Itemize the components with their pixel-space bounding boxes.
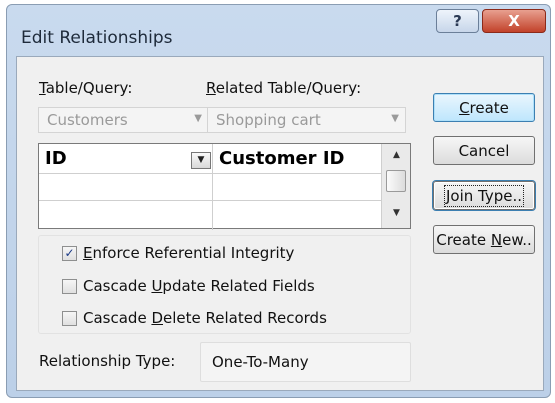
grid-row-divider (39, 173, 381, 174)
cancel-button[interactable]: Cancel (433, 136, 535, 165)
scroll-down-icon[interactable]: ▼ (382, 208, 411, 218)
grid-row-divider (39, 200, 381, 201)
related-table-query-value: Shopping cart (216, 111, 321, 129)
relationship-type-label: Relationship Type: (39, 352, 176, 370)
cascade-update-label[interactable]: Cascade Update Related Fields (83, 277, 315, 295)
create-new-button[interactable]: Create New.. (433, 225, 535, 254)
related-table-query-label: Related Table/Query: (206, 79, 362, 97)
grid-cell-related-field[interactable]: Customer ID (219, 148, 344, 169)
table-query-value: Customers (47, 111, 128, 129)
dialog-title: Edit Relationships (21, 28, 173, 48)
join-type-button[interactable]: Join Type.. (433, 181, 535, 210)
close-icon: X (508, 12, 520, 30)
enforce-integrity-checkbox[interactable]: ✓ (62, 246, 77, 261)
dialog-body: Table/Query: Related Table/Query: Custom… (16, 56, 544, 391)
scroll-thumb[interactable] (386, 170, 406, 192)
create-button[interactable]: Create (433, 93, 535, 122)
grid-cell-field[interactable]: ID (45, 148, 67, 169)
edit-relationships-dialog: Edit Relationships ? X Table/Query: Rela… (6, 4, 551, 398)
help-button[interactable]: ? (436, 9, 479, 33)
cascade-delete-label[interactable]: Cascade Delete Related Records (83, 309, 327, 327)
scroll-up-icon[interactable]: ▲ (382, 150, 411, 160)
cascade-update-checkbox[interactable] (62, 279, 77, 294)
grid-column-divider (212, 144, 213, 230)
chevron-down-icon: ▼ (391, 113, 399, 124)
help-icon: ? (453, 12, 462, 30)
table-query-select[interactable]: Customers ▼ (38, 107, 209, 133)
enforce-integrity-label[interactable]: Enforce Referential Integrity (83, 244, 294, 262)
table-query-label: Table/Query: (39, 79, 133, 97)
grid-scrollbar[interactable]: ▲ ▼ (381, 144, 410, 228)
field-grid: ID ▼ Customer ID ▲ ▼ (38, 143, 411, 230)
check-icon: ✓ (64, 246, 75, 260)
close-button[interactable]: X (482, 9, 546, 33)
cascade-delete-checkbox[interactable] (62, 311, 77, 326)
chevron-down-icon: ▼ (194, 113, 202, 124)
options-group: ✓ Enforce Referential Integrity Cascade … (38, 235, 411, 334)
chevron-down-icon[interactable]: ▼ (191, 152, 211, 169)
related-table-query-select[interactable]: Shopping cart ▼ (207, 107, 406, 133)
relationship-type-value: One-To-Many (200, 342, 411, 382)
